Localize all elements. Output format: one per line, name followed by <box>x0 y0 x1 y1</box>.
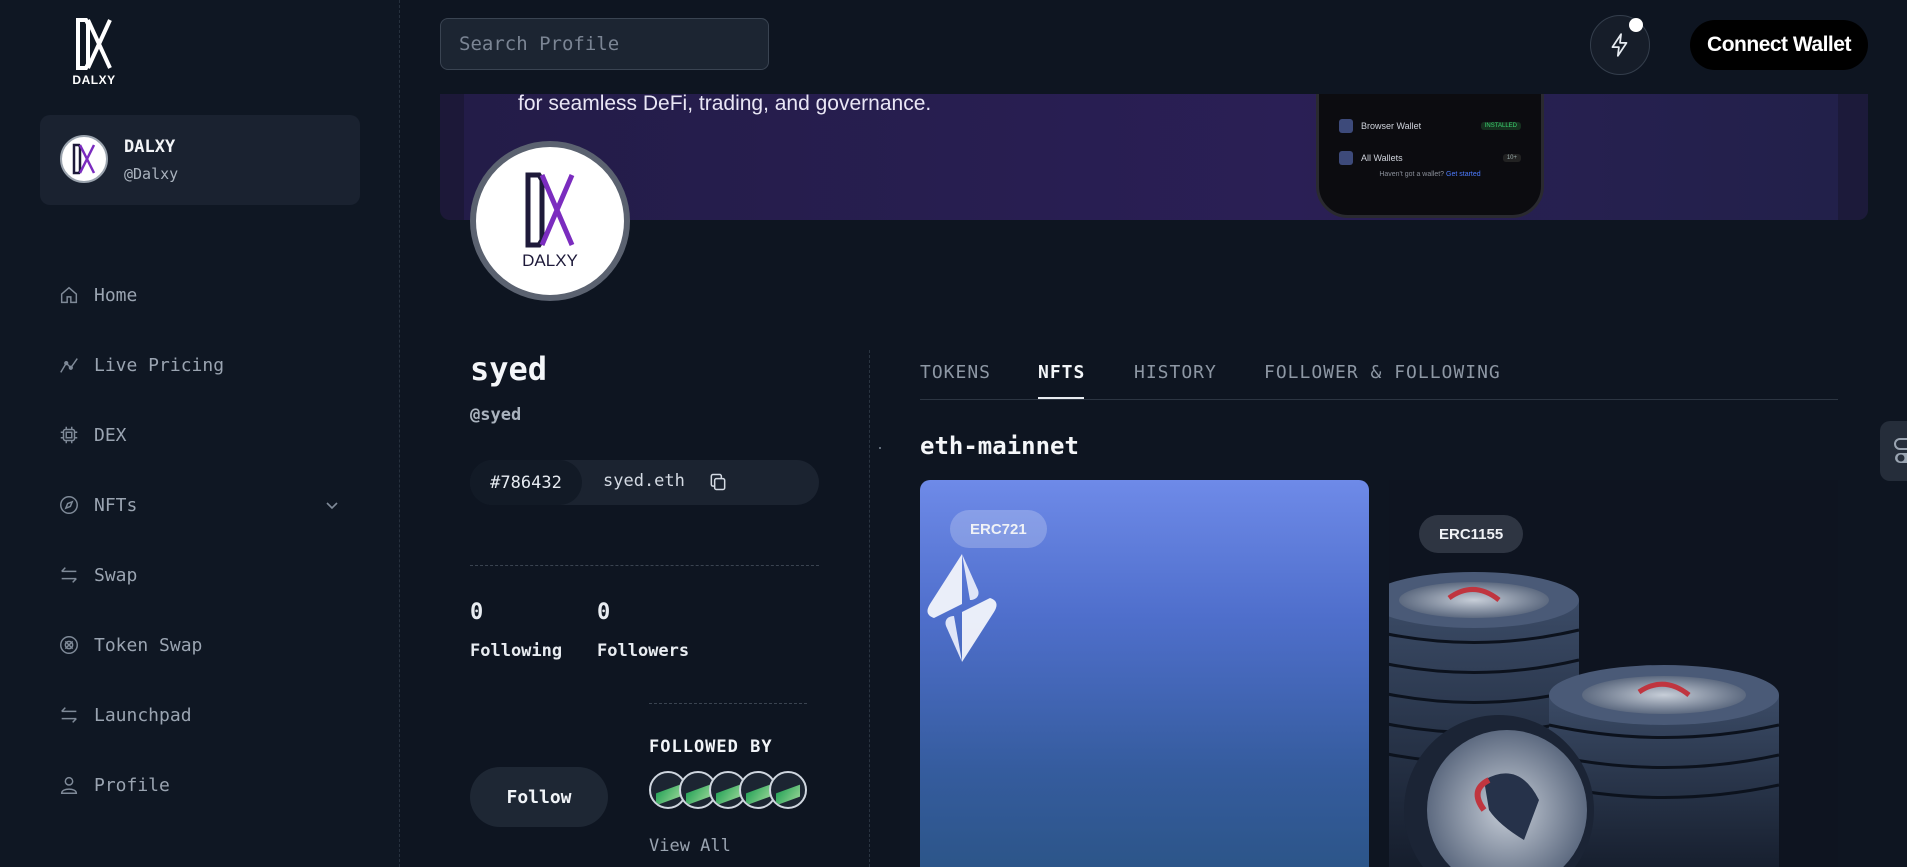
banner-inner: for seamless DeFi, trading, and governan… <box>464 94 1838 220</box>
profile-ens: syed.eth <box>603 471 685 491</box>
app-logo[interactable]: DALXY <box>68 16 120 87</box>
dx-logo-icon <box>76 18 112 70</box>
chart-line-icon <box>60 358 78 373</box>
wallet-icon <box>1339 119 1353 133</box>
nft-card[interactable]: ERC721 <box>920 480 1369 867</box>
tab-tokens[interactable]: TOKENS <box>920 362 991 383</box>
profile-id-pill: #786432 syed.eth <box>470 460 819 505</box>
grid-icon <box>1339 151 1353 165</box>
dx-logo-icon <box>525 172 575 248</box>
user-card[interactable]: DALXY @Dalxy <box>40 115 360 205</box>
logo-text: DALXY <box>72 73 116 87</box>
phone-row: Browser Wallet INSTALLED <box>1339 113 1521 139</box>
copy-icon[interactable] <box>708 472 728 492</box>
nft-card[interactable]: ERC1155 <box>1389 480 1838 867</box>
user-name: DALXY <box>124 137 176 157</box>
followed-by-title: FOLLOWED BY <box>649 737 773 757</box>
phone-footer-link: Get started <box>1446 171 1481 178</box>
coin-icon <box>60 636 78 654</box>
sidebar-item-label: NFTs <box>94 494 138 516</box>
notifications-button[interactable] <box>1590 15 1650 75</box>
swap-arrows-icon <box>61 707 77 723</box>
sidebar-item-launchpad[interactable]: Launchpad <box>58 701 192 729</box>
tab-history[interactable]: HISTORY <box>1134 362 1217 383</box>
phone-row-label: Browser Wallet <box>1361 121 1422 131</box>
tab-follower-following[interactable]: FOLLOWER & FOLLOWING <box>1264 362 1501 383</box>
sidebar-item-label: DEX <box>94 424 127 446</box>
sidebar-item-live-pricing[interactable]: Live Pricing <box>58 351 224 379</box>
sidebar-item-swap[interactable]: Swap <box>58 561 137 589</box>
sidebar-item-label: Token Swap <box>94 634 203 656</box>
phone-row: All Wallets 10+ <box>1339 145 1521 171</box>
divider <box>470 565 819 566</box>
sidebar-item-token-swap[interactable]: Token Swap <box>58 631 202 659</box>
profile-handle: @syed <box>470 405 522 425</box>
view-all-link[interactable]: View All <box>649 836 731 856</box>
chain-title: eth-mainnet <box>920 432 1079 460</box>
home-icon <box>60 286 78 304</box>
profile-avatar: DALXY <box>470 141 630 301</box>
sidebar-item-home[interactable]: Home <box>58 281 137 309</box>
following-label[interactable]: Following <box>470 641 562 661</box>
column-divider <box>869 350 870 867</box>
user-avatar <box>60 135 108 183</box>
divider-dot <box>879 447 881 449</box>
phone-footer-text: Haven't got a wallet? <box>1379 171 1445 178</box>
profile-tabs: TOKENS NFTS HISTORY FOLLOWER & FOLLOWING <box>920 350 1838 400</box>
follower-avatar[interactable] <box>769 771 807 809</box>
search-input[interactable] <box>440 18 769 70</box>
following-count: 0 <box>470 600 484 625</box>
sidebar-item-label: Home <box>94 284 138 306</box>
phone-row-label: All Wallets <box>1361 153 1403 163</box>
floating-settings-button[interactable] <box>1880 421 1907 481</box>
nft-standard-badge: ERC1155 <box>1419 515 1524 553</box>
ens-logo-icon <box>927 554 997 662</box>
sidebar-item-profile[interactable]: Profile <box>58 771 170 799</box>
followers-label[interactable]: Followers <box>597 641 689 661</box>
user-handle: @Dalxy <box>124 165 179 183</box>
cpu-icon <box>60 426 78 444</box>
profile-id: #786432 <box>470 460 582 505</box>
connect-wallet-button[interactable]: Connect Wallet <box>1690 20 1868 70</box>
sidebar-item-label: Swap <box>94 564 138 586</box>
chevron-down-icon[interactable] <box>324 497 340 513</box>
phone-row-badge: INSTALLED <box>1480 122 1521 130</box>
phone-mockup: Browser Wallet INSTALLED All Wallets 10+… <box>1316 94 1544 218</box>
profile-name: syed <box>470 350 548 388</box>
profile-avatar-text: DALXY <box>522 251 578 270</box>
tab-nfts[interactable]: NFTS <box>1038 362 1085 383</box>
lightning-icon <box>1611 33 1628 57</box>
active-tab-indicator <box>1038 397 1084 399</box>
notification-dot <box>1629 18 1643 32</box>
phone-row-badge: 10+ <box>1502 154 1521 162</box>
sidebar-item-dex[interactable]: DEX <box>58 421 127 449</box>
phone-footer: Haven't got a wallet? Get started <box>1319 171 1541 178</box>
user-icon <box>60 776 78 794</box>
banner-text: for seamless DeFi, trading, and governan… <box>518 94 932 115</box>
follow-button[interactable]: Follow <box>470 767 608 827</box>
sidebar-item-label: Live Pricing <box>94 354 225 376</box>
profile-banner: for seamless DeFi, trading, and governan… <box>440 94 1868 220</box>
followers-count: 0 <box>597 600 611 625</box>
sidebar-item-label: Launchpad <box>94 704 192 726</box>
nft-standard-badge: ERC721 <box>950 510 1047 548</box>
sidebar: DALXY DALXY @Dalxy Home Live Pricing DEX… <box>0 0 400 867</box>
dx-logo-icon <box>72 143 96 175</box>
sidebar-item-label: Profile <box>94 774 170 796</box>
divider <box>649 703 807 704</box>
sidebar-item-nfts[interactable]: NFTs <box>58 491 338 519</box>
compass-icon <box>60 496 78 514</box>
toggle-switch-icon <box>1894 438 1907 463</box>
swap-arrows-icon <box>61 567 77 583</box>
